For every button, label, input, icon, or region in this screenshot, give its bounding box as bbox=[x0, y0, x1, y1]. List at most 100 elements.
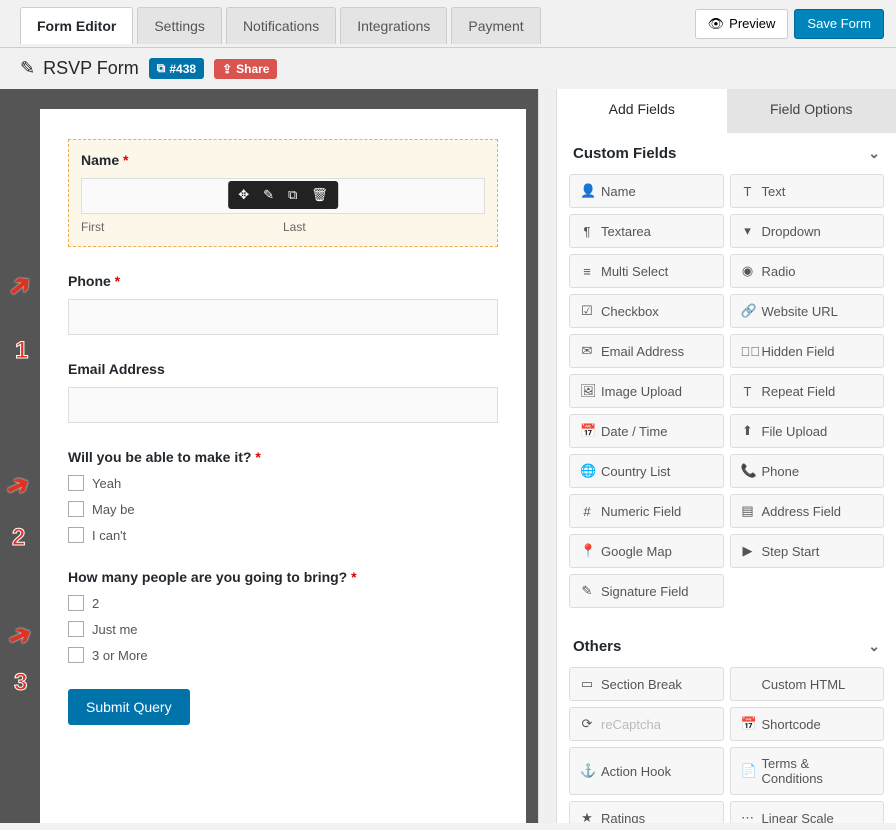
section-custom-header[interactable]: Custom Fields ⌄ bbox=[565, 133, 888, 170]
field-icon: ⋯ bbox=[741, 810, 755, 823]
field-type-address-field[interactable]: ▤Address Field bbox=[730, 494, 885, 528]
field-type-multi-select[interactable]: ≡Multi Select bbox=[569, 254, 724, 288]
field-type-shortcode[interactable]: 📅Shortcode bbox=[730, 707, 885, 741]
form-title: RSVP Form bbox=[43, 58, 139, 79]
field-icon: ▤ bbox=[741, 503, 755, 519]
field-type-section-break[interactable]: ▭Section Break bbox=[569, 667, 724, 701]
move-icon[interactable]: ✥ bbox=[238, 187, 249, 203]
trash-icon[interactable]: 🗑 bbox=[311, 187, 328, 203]
field-icon: ⟳ bbox=[580, 716, 594, 732]
top-tabs: Form EditorSettingsNotificationsIntegrat… bbox=[20, 7, 545, 44]
field-toolbar: ✥ ✎ ⧉ 🗑 bbox=[228, 181, 338, 209]
field-type-website-url[interactable]: 🔗Website URL bbox=[730, 294, 885, 328]
count-option[interactable]: 3 or More bbox=[68, 647, 498, 663]
share-button[interactable]: ⇪ Share bbox=[214, 59, 277, 79]
preview-button[interactable]: 👁 Preview bbox=[695, 9, 789, 39]
field-type-step-start[interactable]: ▶Step Start bbox=[730, 534, 885, 568]
field-type-email-address[interactable]: ✉Email Address bbox=[569, 334, 724, 368]
edit-icon[interactable]: ✎ bbox=[263, 187, 274, 203]
checkbox-icon[interactable] bbox=[68, 527, 84, 543]
field-phone[interactable]: Phone * bbox=[68, 273, 498, 335]
count-option[interactable]: Just me bbox=[68, 621, 498, 637]
phone-label: Phone * bbox=[68, 273, 498, 289]
name-sub-first: First bbox=[81, 220, 283, 234]
top-tab-payment[interactable]: Payment bbox=[451, 7, 540, 44]
email-input[interactable] bbox=[68, 387, 498, 423]
field-icon: ⚓ bbox=[580, 763, 594, 779]
field-type-text[interactable]: TText bbox=[730, 174, 885, 208]
field-type-image-upload[interactable]: 🖼Image Upload bbox=[569, 374, 724, 408]
field-type-textarea[interactable]: ¶Textarea bbox=[569, 214, 724, 248]
form-canvas: Name * ✥ ✎ ⧉ 🗑 First Last bbox=[40, 109, 526, 823]
field-type-date-time[interactable]: 📅Date / Time bbox=[569, 414, 724, 448]
field-type-country-list[interactable]: 🌐Country List bbox=[569, 454, 724, 488]
side-tabs: Add FieldsField Options bbox=[557, 89, 896, 133]
field-count[interactable]: How many people are you going to bring? … bbox=[68, 569, 498, 663]
copy-icon: ⧉ bbox=[157, 61, 166, 76]
field-type-terms-conditions[interactable]: 📄Terms & Conditions bbox=[730, 747, 885, 795]
field-type-recaptcha: ⟳reCaptcha bbox=[569, 707, 724, 741]
field-icon: ✉ bbox=[580, 343, 594, 359]
field-icon: ▶ bbox=[741, 543, 755, 559]
field-icon: ★ bbox=[580, 810, 594, 823]
field-type-action-hook[interactable]: ⚓Action Hook bbox=[569, 747, 724, 795]
field-attend[interactable]: Will you be able to make it? * Yeah May b… bbox=[68, 449, 498, 543]
field-type-signature-field[interactable]: ✎Signature Field bbox=[569, 574, 724, 608]
attend-option[interactable]: I can't bbox=[68, 527, 498, 543]
side-tab-field-options[interactable]: Field Options bbox=[727, 89, 896, 133]
field-type-checkbox[interactable]: ☑Checkbox bbox=[569, 294, 724, 328]
field-type-linear-scale[interactable]: ⋯Linear Scale bbox=[730, 801, 885, 823]
attend-option[interactable]: Yeah bbox=[68, 475, 498, 491]
count-option[interactable]: 2 bbox=[68, 595, 498, 611]
attend-label: Will you be able to make it? * bbox=[68, 449, 498, 465]
top-tab-integrations[interactable]: Integrations bbox=[340, 7, 447, 44]
section-others-header[interactable]: Others ⌄ bbox=[565, 626, 888, 663]
top-tab-settings[interactable]: Settings bbox=[137, 7, 222, 44]
field-icon: 📅 bbox=[741, 716, 755, 732]
field-type-custom-html[interactable]: Custom HTML bbox=[730, 667, 885, 701]
attend-option[interactable]: May be bbox=[68, 501, 498, 517]
field-icon: ☑ bbox=[580, 303, 594, 319]
scrollbar-vertical[interactable] bbox=[538, 89, 556, 823]
checkbox-icon[interactable] bbox=[68, 501, 84, 517]
field-icon: T bbox=[741, 384, 755, 399]
field-type-phone[interactable]: 📞Phone bbox=[730, 454, 885, 488]
top-tab-form-editor[interactable]: Form Editor bbox=[20, 7, 133, 44]
field-icon: 📞 bbox=[741, 463, 755, 479]
field-icon: ◉ bbox=[741, 263, 755, 279]
field-type-numeric-field[interactable]: #Numeric Field bbox=[569, 494, 724, 528]
field-icon: 🖼 bbox=[580, 383, 594, 399]
checkbox-icon[interactable] bbox=[68, 595, 84, 611]
name-label: Name * bbox=[81, 152, 485, 168]
field-icon: # bbox=[580, 504, 594, 519]
form-id-badge[interactable]: ⧉ #438 bbox=[149, 58, 204, 79]
checkbox-icon[interactable] bbox=[68, 647, 84, 663]
duplicate-icon[interactable]: ⧉ bbox=[288, 187, 297, 203]
share-icon: ⇪ bbox=[222, 62, 232, 76]
field-icon: 🔗 bbox=[741, 303, 755, 319]
side-tab-add-fields[interactable]: Add Fields bbox=[557, 89, 727, 133]
submit-button[interactable]: Submit Query bbox=[68, 689, 190, 725]
top-tab-notifications[interactable]: Notifications bbox=[226, 7, 336, 44]
phone-input[interactable] bbox=[68, 299, 498, 335]
save-form-button[interactable]: Save Form bbox=[794, 9, 884, 39]
count-label: How many people are you going to bring? … bbox=[68, 569, 498, 585]
field-type-name[interactable]: 👤Name bbox=[569, 174, 724, 208]
field-type-repeat-field[interactable]: TRepeat Field bbox=[730, 374, 885, 408]
field-icon: 🌐 bbox=[580, 463, 594, 479]
field-type-google-map[interactable]: 📍Google Map bbox=[569, 534, 724, 568]
field-type-file-upload[interactable]: ⬆File Upload bbox=[730, 414, 885, 448]
field-icon: 📄 bbox=[741, 763, 755, 779]
field-type-dropdown[interactable]: ▾Dropdown bbox=[730, 214, 885, 248]
field-icon: ≡ bbox=[580, 264, 594, 279]
field-type-radio[interactable]: ◉Radio bbox=[730, 254, 885, 288]
field-type-hidden-field[interactable]: 👁⃠Hidden Field bbox=[730, 334, 885, 368]
checkbox-icon[interactable] bbox=[68, 475, 84, 491]
field-email[interactable]: Email Address bbox=[68, 361, 498, 423]
field-icon: ✎ bbox=[580, 583, 594, 599]
field-name[interactable]: Name * ✥ ✎ ⧉ 🗑 First Last bbox=[68, 139, 498, 247]
checkbox-icon[interactable] bbox=[68, 621, 84, 637]
field-icon: 👁⃠ bbox=[741, 344, 755, 359]
field-icon: 📍 bbox=[580, 543, 594, 559]
field-type-ratings[interactable]: ★Ratings bbox=[569, 801, 724, 823]
